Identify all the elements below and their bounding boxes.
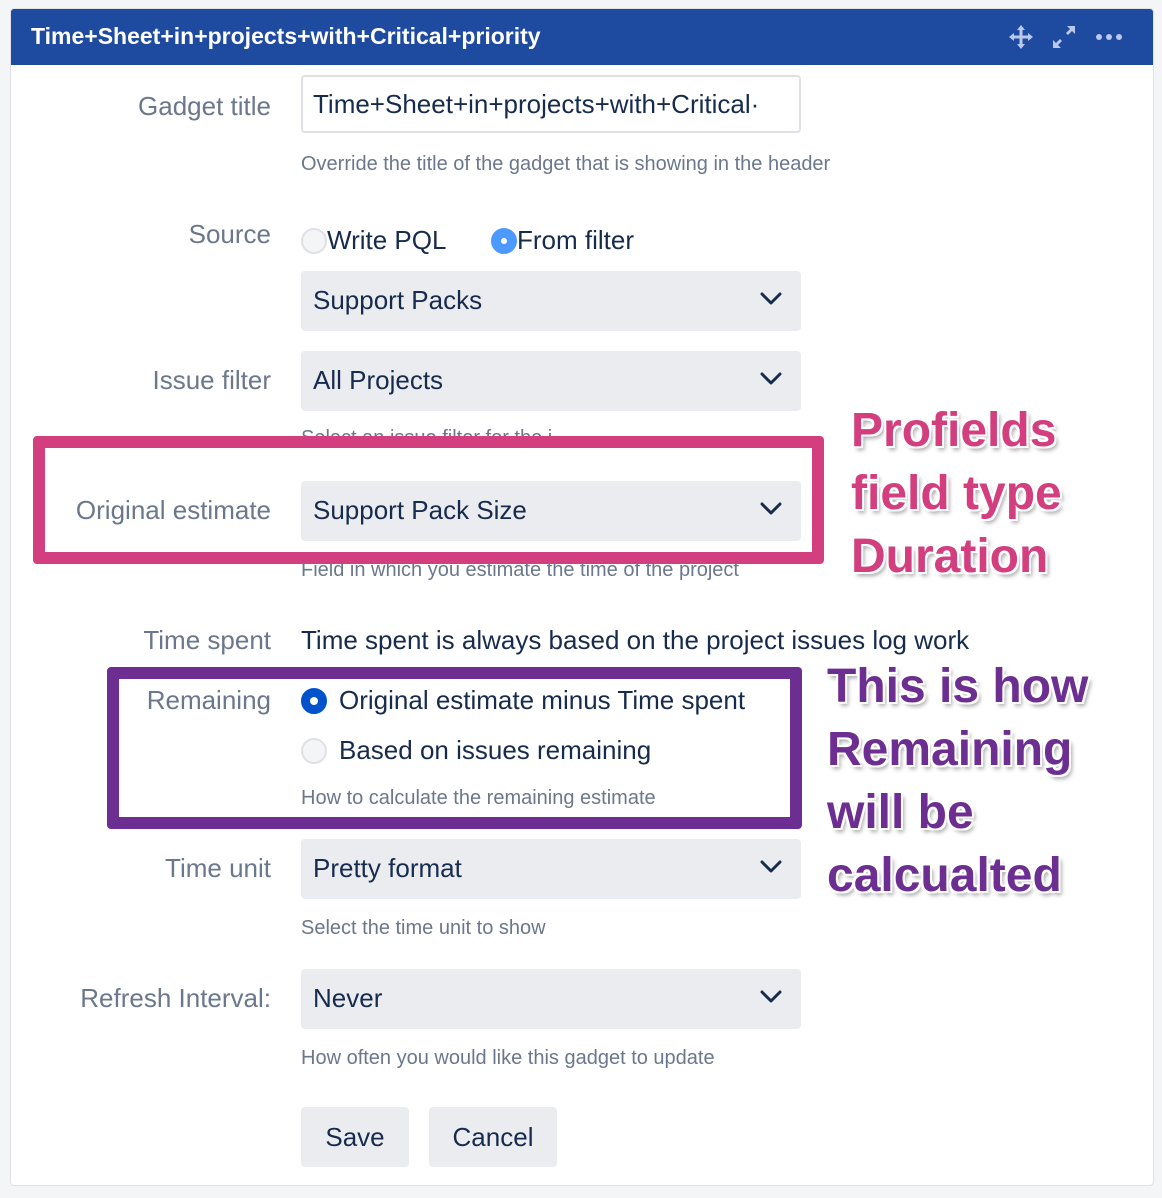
gadget-title-label: Gadget title — [138, 91, 271, 121]
annotation-line: Profields — [851, 404, 1057, 457]
gadget-title-help: Override the title of the gadget that is… — [301, 153, 831, 175]
annotation-line: will be — [827, 786, 974, 839]
time-unit-label: Time unit — [165, 853, 271, 883]
source-option-from-filter[interactable]: From filter — [491, 225, 634, 256]
annotation-line: Remaining — [827, 723, 1073, 776]
time-spent-label: Time spent — [143, 625, 271, 655]
gadget-panel: Time+Sheet+in+projects+with+Critical+pri… — [10, 8, 1154, 1186]
refresh-interval-value: Never — [313, 983, 383, 1013]
issue-filter-help: Select an issue filter for the i... — [301, 427, 569, 436]
save-button[interactable]: Save — [301, 1107, 409, 1167]
refresh-interval-select[interactable]: Never — [301, 969, 801, 1029]
gadget-title-input[interactable]: Time+Sheet+in+projects+with+Critical· — [301, 75, 801, 133]
issue-filter-select[interactable]: All Projects — [301, 351, 801, 411]
refresh-interval-label: Refresh Interval: — [80, 983, 271, 1013]
source-option-write-pql[interactable]: Write PQL — [301, 225, 446, 256]
gadget-header: Time+Sheet+in+projects+with+Critical+pri… — [11, 9, 1153, 65]
radio-checked-icon[interactable] — [491, 227, 517, 254]
radio-unchecked-icon[interactable] — [301, 227, 327, 254]
chevron-down-icon — [760, 990, 782, 1003]
source-filter-value: Support Packs — [313, 285, 483, 315]
annotation-line: calcualted — [827, 849, 1062, 902]
chevron-down-icon — [760, 292, 782, 305]
source-filter-select[interactable]: Support Packs — [301, 271, 801, 331]
source-label: Source — [188, 219, 271, 249]
issue-filter-label: Issue filter — [152, 365, 272, 395]
time-unit-help: Select the time unit to show — [301, 917, 546, 939]
source-option-write-pql-label: Write PQL — [327, 225, 447, 255]
expand-icon[interactable] — [1048, 21, 1080, 53]
remaining-highlight-box — [107, 667, 802, 829]
remaining-annotation: This is how Remaining will be calcualted — [827, 655, 1088, 907]
profields-annotation: Profields field type Duration — [851, 399, 1062, 588]
gadget-header-title: Time+Sheet+in+projects+with+Critical+pri… — [31, 23, 541, 49]
source-option-from-filter-label: From filter — [517, 225, 634, 255]
issue-filter-value: All Projects — [313, 365, 444, 395]
more-icon[interactable] — [1093, 21, 1125, 53]
chevron-down-icon — [760, 860, 782, 873]
time-unit-select[interactable]: Pretty format — [301, 839, 801, 899]
annotation-line: field type — [851, 467, 1062, 520]
chevron-down-icon — [760, 372, 782, 385]
annotation-line: Duration — [851, 530, 1049, 583]
refresh-interval-help: How often you would like this gadget to … — [301, 1047, 715, 1069]
time-spent-text: Time spent is always based on the projec… — [301, 625, 970, 655]
annotation-line: This is how — [827, 660, 1089, 713]
time-unit-value: Pretty format — [313, 853, 462, 883]
original-estimate-highlight-box — [33, 436, 824, 564]
cancel-button[interactable]: Cancel — [429, 1107, 557, 1167]
move-icon[interactable] — [1005, 21, 1037, 53]
